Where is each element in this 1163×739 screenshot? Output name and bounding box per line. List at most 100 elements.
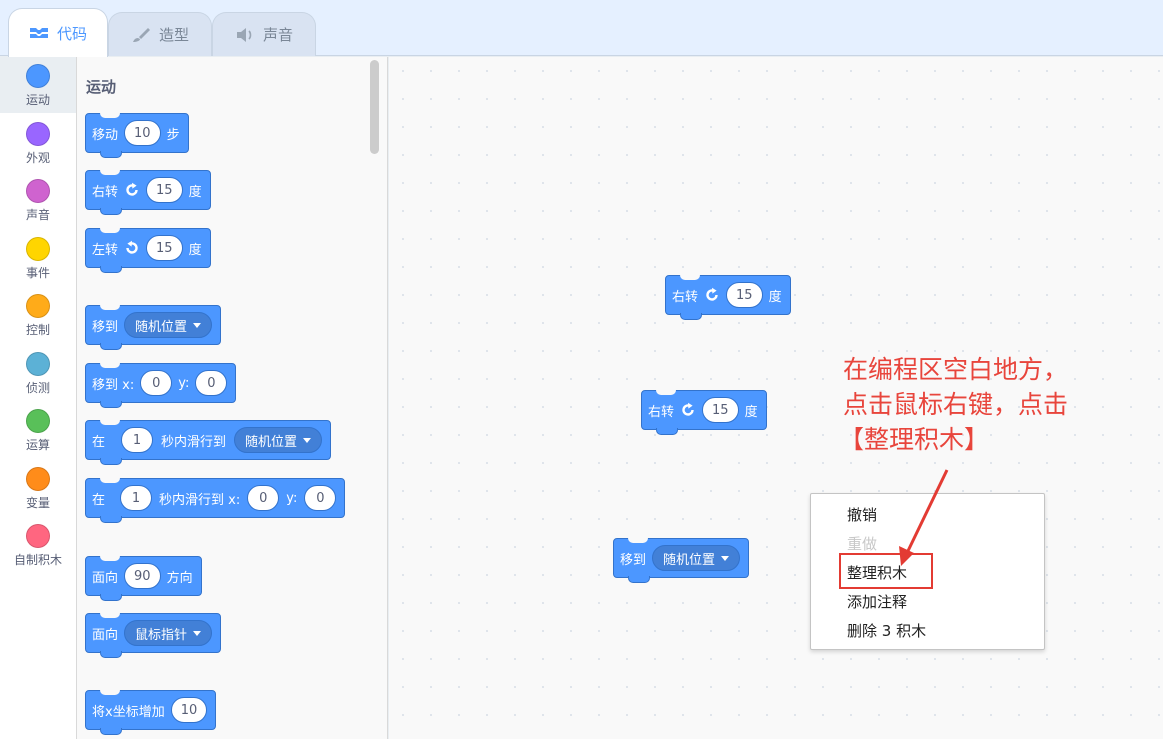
menu-item-undo[interactable]: 撤销 bbox=[847, 504, 877, 525]
menu-item-delete-blocks[interactable]: 删除 3 积木 bbox=[847, 620, 926, 641]
block-move-steps[interactable]: 移动 10 步 bbox=[85, 113, 189, 158]
workspace-block-goto[interactable]: 移到 随机位置 bbox=[613, 538, 750, 583]
category-my-blocks[interactable]: 自制积木 bbox=[0, 517, 76, 573]
speaker-icon bbox=[236, 27, 252, 42]
block-text: 右转 bbox=[648, 404, 675, 420]
goto-target-dropdown[interactable]: 随机位置 bbox=[652, 545, 741, 571]
block-point-towards[interactable]: 面向 鼠标指针 bbox=[85, 613, 222, 658]
x-input[interactable]: 0 bbox=[140, 370, 173, 396]
category-dot bbox=[26, 122, 50, 146]
block-text: y: bbox=[286, 490, 298, 506]
block-text: 在 bbox=[92, 492, 106, 508]
seconds-input[interactable]: 1 bbox=[120, 485, 153, 511]
category-label: 运算 bbox=[25, 438, 50, 452]
category-operators[interactable]: 运算 bbox=[0, 402, 76, 458]
rotate-right-icon bbox=[126, 182, 138, 196]
block-goto-xy[interactable]: 移到 x: 0 y: 0 bbox=[85, 363, 237, 408]
block-text: 秒内滑行到 x: bbox=[159, 492, 241, 508]
category-label: 自制积木 bbox=[13, 553, 62, 567]
block-point-direction[interactable]: 面向 90 方向 bbox=[85, 556, 202, 601]
direction-input[interactable]: 90 bbox=[124, 563, 161, 589]
chevron-down-icon bbox=[303, 437, 312, 443]
block-text: 右转 bbox=[672, 289, 699, 305]
degrees-input[interactable]: 15 bbox=[726, 282, 763, 308]
block-text: 移到 bbox=[620, 552, 647, 568]
block-text: 秒内滑行到 bbox=[161, 434, 227, 450]
block-change-x[interactable]: 将x坐标增加 10 bbox=[85, 690, 217, 735]
category-menu: 运动 外观 声音 事件 控制 侦测 运算 变量 自制积木 bbox=[0, 57, 77, 739]
block-text: 移动 bbox=[92, 127, 119, 143]
chevron-down-icon bbox=[193, 322, 202, 328]
category-looks[interactable]: 外观 bbox=[0, 115, 76, 171]
workspace-block-turn-right[interactable]: 右转 15 度 bbox=[641, 390, 767, 435]
dropdown-value: 随机位置 bbox=[245, 434, 298, 450]
category-sensing[interactable]: 侦测 bbox=[0, 345, 76, 401]
dropdown-value: 随机位置 bbox=[663, 552, 716, 568]
category-dot bbox=[26, 524, 50, 548]
rotate-right-icon bbox=[706, 287, 718, 301]
block-text: 在 bbox=[92, 434, 106, 450]
brush-icon bbox=[132, 27, 150, 42]
chevron-down-icon bbox=[193, 630, 202, 636]
chevron-down-icon bbox=[721, 555, 730, 561]
block-text: 步 bbox=[166, 127, 180, 143]
category-label: 侦测 bbox=[25, 381, 50, 395]
tab-label: 声音 bbox=[262, 26, 293, 44]
category-label: 外观 bbox=[25, 151, 50, 165]
tab-label: 代码 bbox=[56, 24, 87, 43]
category-label: 控制 bbox=[25, 323, 50, 337]
block-text: 度 bbox=[768, 289, 782, 305]
block-goto[interactable]: 移到 随机位置 bbox=[85, 305, 222, 350]
block-turn-left[interactable]: 左转 15 度 bbox=[85, 228, 211, 273]
dropdown-value: 鼠标指针 bbox=[135, 627, 188, 643]
y-input[interactable]: 0 bbox=[195, 370, 228, 396]
block-glide-to[interactable]: 在 1 秒内滑行到 随机位置 bbox=[85, 420, 332, 465]
tab-label: 造型 bbox=[158, 26, 189, 44]
category-variables[interactable]: 变量 bbox=[0, 460, 76, 516]
seconds-input[interactable]: 1 bbox=[121, 427, 154, 453]
category-sound[interactable]: 声音 bbox=[0, 172, 76, 228]
block-text: 面向 bbox=[92, 570, 119, 586]
annotation-line: 在编程区空白地方， bbox=[843, 355, 1069, 384]
degrees-input[interactable]: 15 bbox=[146, 177, 183, 203]
category-motion[interactable]: 运动 bbox=[0, 57, 76, 113]
block-glide-xy[interactable]: 在 1 秒内滑行到 x: 0 y: 0 bbox=[85, 478, 346, 523]
palette-scrollbar[interactable] bbox=[370, 60, 379, 154]
degrees-input[interactable]: 15 bbox=[146, 235, 183, 261]
block-text: 右转 bbox=[92, 184, 119, 200]
goto-target-dropdown[interactable]: 随机位置 bbox=[124, 312, 213, 338]
x-input[interactable]: 0 bbox=[247, 485, 280, 511]
category-dot bbox=[26, 64, 50, 88]
scratch-editor: 代码 造型 声音 运动 外观 声音 事件 控制 侦测 运算 变量 自制积木 运动… bbox=[0, 0, 1163, 739]
y-input[interactable]: 0 bbox=[304, 485, 337, 511]
change-x-input[interactable]: 10 bbox=[170, 697, 208, 723]
category-dot bbox=[26, 237, 50, 261]
block-text: 左转 bbox=[92, 242, 119, 258]
category-events[interactable]: 事件 bbox=[0, 230, 76, 286]
workspace-block-turn-right[interactable]: 右转 15 度 bbox=[665, 275, 791, 320]
block-text: 面向 bbox=[92, 627, 119, 643]
instruction-annotation: 在编程区空白地方， 点击鼠标右键，点击 【整理积木】 bbox=[839, 352, 1069, 457]
palette-section-title: 运动 bbox=[86, 78, 117, 96]
tab-costumes[interactable]: 造型 bbox=[108, 12, 212, 56]
glide-target-dropdown[interactable]: 随机位置 bbox=[234, 427, 323, 453]
annotation-line: 点击鼠标右键，点击 bbox=[843, 390, 1069, 419]
category-dot bbox=[26, 294, 50, 318]
block-text: 移到 x: bbox=[92, 377, 135, 393]
category-dot bbox=[26, 409, 50, 433]
category-control[interactable]: 控制 bbox=[0, 287, 76, 343]
block-text: 度 bbox=[188, 184, 202, 200]
category-label: 运动 bbox=[25, 93, 50, 107]
tab-sounds[interactable]: 声音 bbox=[212, 12, 316, 56]
degrees-input[interactable]: 15 bbox=[702, 397, 739, 423]
menu-item-add-comment[interactable]: 添加注释 bbox=[847, 591, 907, 612]
category-label: 事件 bbox=[25, 266, 50, 280]
block-text: 将x坐标增加 bbox=[92, 704, 165, 720]
rotate-left-icon bbox=[126, 240, 138, 254]
towards-target-dropdown[interactable]: 鼠标指针 bbox=[124, 620, 213, 646]
block-turn-right[interactable]: 右转 15 度 bbox=[85, 170, 211, 215]
steps-input[interactable]: 10 bbox=[124, 120, 161, 146]
tab-code[interactable]: 代码 bbox=[8, 8, 108, 57]
category-dot bbox=[26, 352, 50, 376]
category-label: 变量 bbox=[25, 496, 50, 510]
